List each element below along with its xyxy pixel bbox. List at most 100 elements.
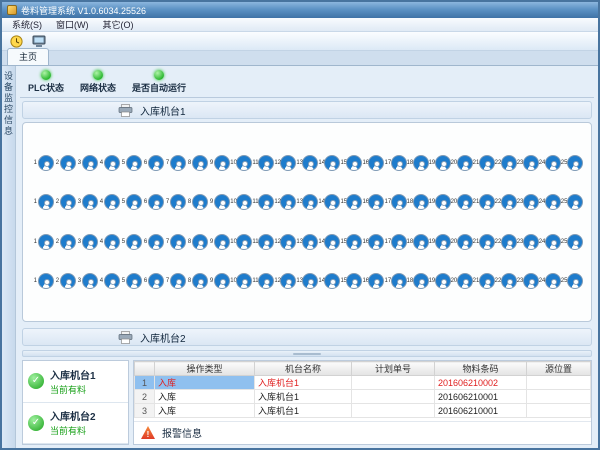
slot-gauge[interactable]: 22	[495, 194, 516, 210]
slot-gauge[interactable]: 23	[517, 234, 538, 250]
tab-home[interactable]: 主页	[7, 48, 49, 65]
machine1-print-button[interactable]	[118, 104, 133, 117]
toolbar-clock-button[interactable]	[7, 33, 25, 49]
slot-gauge[interactable]: 21	[473, 155, 494, 171]
slot-gauge[interactable]: 3	[76, 234, 97, 250]
slot-gauge[interactable]: 4	[98, 194, 119, 210]
slot-gauge[interactable]: 8	[186, 155, 207, 171]
slot-gauge[interactable]: 8	[186, 234, 207, 250]
slot-gauge[interactable]: 2	[54, 194, 75, 210]
slot-gauge[interactable]: 17	[385, 273, 406, 289]
slot-gauge[interactable]: 22	[495, 273, 516, 289]
table-row[interactable]: 3入库入库机台1201606210001	[135, 404, 591, 418]
table-row[interactable]: 2入库入库机台1201606210001	[135, 390, 591, 404]
slot-gauge[interactable]: 19	[429, 155, 450, 171]
slot-gauge[interactable]: 25	[561, 155, 582, 171]
slot-gauge[interactable]: 15	[340, 273, 361, 289]
slot-gauge[interactable]: 20	[451, 194, 472, 210]
slot-gauge[interactable]: 15	[340, 234, 361, 250]
slot-gauge[interactable]: 24	[539, 155, 560, 171]
slot-gauge[interactable]: 21	[473, 273, 494, 289]
slot-gauge[interactable]: 18	[407, 234, 428, 250]
slot-gauge[interactable]: 19	[429, 194, 450, 210]
slot-gauge[interactable]: 7	[164, 273, 185, 289]
slot-gauge[interactable]: 14	[318, 155, 339, 171]
slot-gauge[interactable]: 4	[98, 273, 119, 289]
slot-gauge[interactable]: 9	[208, 155, 229, 171]
slot-gauge[interactable]: 2	[54, 155, 75, 171]
slot-gauge[interactable]: 23	[517, 194, 538, 210]
slot-gauge[interactable]: 18	[407, 273, 428, 289]
slot-gauge[interactable]: 16	[362, 234, 383, 250]
slot-gauge[interactable]: 6	[142, 273, 163, 289]
side-vertical-tab[interactable]: 设备监控信息	[2, 66, 16, 448]
slot-gauge[interactable]: 19	[429, 234, 450, 250]
slot-gauge[interactable]: 25	[561, 234, 582, 250]
slot-gauge[interactable]: 2	[54, 273, 75, 289]
slot-gauge[interactable]: 5	[120, 194, 141, 210]
toolbar-device-button[interactable]	[30, 33, 48, 49]
slot-gauge[interactable]: 15	[340, 155, 361, 171]
machine-status-card-0[interactable]: ✓入库机台1当前有料	[23, 361, 128, 403]
menu-item-0[interactable]: 系统(S)	[5, 18, 49, 31]
slot-gauge[interactable]: 14	[318, 194, 339, 210]
slot-gauge[interactable]: 6	[142, 234, 163, 250]
slot-gauge[interactable]: 11	[252, 155, 273, 171]
slot-gauge[interactable]: 12	[274, 194, 295, 210]
slot-gauge[interactable]: 14	[318, 273, 339, 289]
table-row[interactable]: 1入库入库机台1201606210002	[135, 376, 591, 390]
slot-gauge[interactable]: 3	[76, 273, 97, 289]
slot-gauge[interactable]: 1	[32, 273, 53, 289]
slot-gauge[interactable]: 15	[340, 194, 361, 210]
menu-item-2[interactable]: 其它(O)	[96, 18, 141, 31]
slot-gauge[interactable]: 21	[473, 194, 494, 210]
slot-gauge[interactable]: 10	[230, 155, 251, 171]
slot-gauge[interactable]: 12	[274, 234, 295, 250]
slot-gauge[interactable]: 23	[517, 155, 538, 171]
slot-gauge[interactable]: 17	[385, 155, 406, 171]
slot-gauge[interactable]: 5	[120, 155, 141, 171]
slot-gauge[interactable]: 3	[76, 194, 97, 210]
slot-gauge[interactable]: 20	[451, 234, 472, 250]
slot-gauge[interactable]: 2	[54, 234, 75, 250]
slot-gauge[interactable]: 19	[429, 273, 450, 289]
slot-gauge[interactable]: 1	[32, 194, 53, 210]
machine-status-card-1[interactable]: ✓入库机台2当前有料	[23, 403, 128, 445]
slot-gauge[interactable]: 6	[142, 155, 163, 171]
slot-gauge[interactable]: 8	[186, 194, 207, 210]
slot-gauge[interactable]: 5	[120, 234, 141, 250]
slot-gauge[interactable]: 7	[164, 194, 185, 210]
slot-gauge[interactable]: 9	[208, 194, 229, 210]
slot-gauge[interactable]: 25	[561, 273, 582, 289]
slot-gauge[interactable]: 13	[296, 273, 317, 289]
slot-gauge[interactable]: 16	[362, 194, 383, 210]
slot-gauge[interactable]: 5	[120, 273, 141, 289]
slot-gauge[interactable]: 20	[451, 273, 472, 289]
slot-gauge[interactable]: 11	[252, 273, 273, 289]
slot-gauge[interactable]: 11	[252, 234, 273, 250]
slot-gauge[interactable]: 9	[208, 234, 229, 250]
slot-gauge[interactable]: 24	[539, 194, 560, 210]
slot-gauge[interactable]: 10	[230, 273, 251, 289]
slot-gauge[interactable]: 16	[362, 155, 383, 171]
horizontal-splitter[interactable]	[22, 350, 592, 357]
operation-table[interactable]: 操作类型机台名称计划单号物料条码源位置 1入库入库机台1201606210002…	[134, 361, 591, 418]
slot-gauge[interactable]: 8	[186, 273, 207, 289]
slot-gauge[interactable]: 9	[208, 273, 229, 289]
slot-gauge[interactable]: 13	[296, 194, 317, 210]
slot-gauge[interactable]: 24	[539, 234, 560, 250]
slot-gauge[interactable]: 6	[142, 194, 163, 210]
slot-gauge[interactable]: 18	[407, 155, 428, 171]
slot-gauge[interactable]: 13	[296, 155, 317, 171]
slot-gauge[interactable]: 1	[32, 155, 53, 171]
slot-gauge[interactable]: 1	[32, 234, 53, 250]
slot-gauge[interactable]: 16	[362, 273, 383, 289]
slot-gauge[interactable]: 10	[230, 194, 251, 210]
slot-gauge[interactable]: 25	[561, 194, 582, 210]
slot-gauge[interactable]: 10	[230, 234, 251, 250]
slot-gauge[interactable]: 11	[252, 194, 273, 210]
slot-gauge[interactable]: 22	[495, 155, 516, 171]
slot-gauge[interactable]: 22	[495, 234, 516, 250]
slot-gauge[interactable]: 4	[98, 155, 119, 171]
slot-gauge[interactable]: 12	[274, 155, 295, 171]
